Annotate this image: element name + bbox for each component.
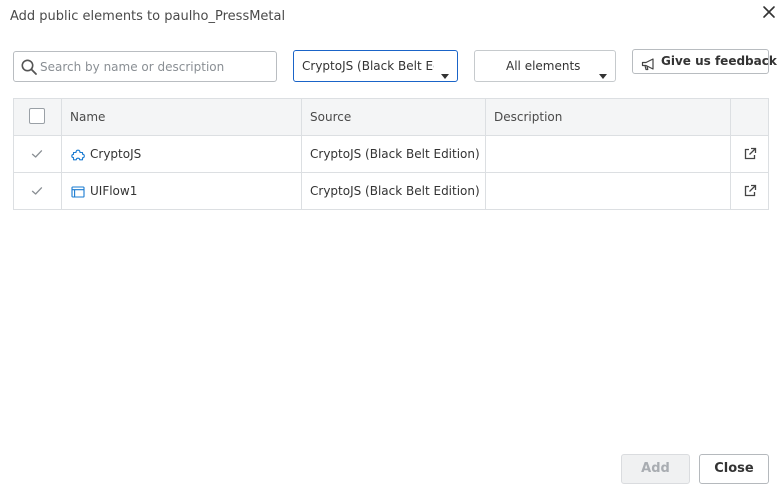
- search-icon: [20, 58, 38, 76]
- element-type-select[interactable]: All elements: [474, 50, 616, 82]
- search-input[interactable]: [40, 53, 270, 80]
- column-header-name[interactable]: Name: [62, 99, 302, 135]
- open-external-icon[interactable]: [743, 184, 757, 198]
- column-header-actions: [731, 99, 768, 135]
- search-box: [13, 51, 277, 82]
- add-button[interactable]: Add: [621, 454, 690, 484]
- dialog-title: Add public elements to paulho_PressMetal: [10, 9, 286, 24]
- source-filter-select[interactable]: CryptoJS (Black Belt Edition): [293, 50, 458, 82]
- chevron-down-icon: [441, 64, 449, 81]
- select-all-checkbox[interactable]: [29, 108, 45, 124]
- row-select-checkbox[interactable]: [29, 183, 45, 199]
- row-select-checkbox[interactable]: [29, 146, 45, 162]
- element-source: CryptoJS (Black Belt Edition): [310, 184, 480, 198]
- screen-flow-icon: [71, 185, 85, 199]
- close-icon[interactable]: [760, 3, 778, 21]
- column-header-description[interactable]: Description: [486, 99, 731, 135]
- element-name: UIFlow1: [90, 184, 138, 198]
- chevron-down-icon: [599, 64, 607, 83]
- table-row[interactable]: UIFlow1 CryptoJS (Black Belt Edition): [14, 173, 768, 209]
- megaphone-icon: [641, 56, 656, 75]
- element-type-value: All elements: [506, 59, 581, 73]
- open-external-icon[interactable]: [743, 147, 757, 161]
- column-header-source[interactable]: Source: [302, 99, 486, 135]
- extension-icon: [71, 148, 85, 162]
- source-filter-value: CryptoJS (Black Belt Edition): [302, 59, 434, 73]
- element-source: CryptoJS (Black Belt Edition): [310, 147, 480, 161]
- add-public-elements-dialog: Add public elements to paulho_PressMetal…: [0, 0, 784, 498]
- give-feedback-button[interactable]: Give us feedback: [632, 49, 777, 75]
- table-header: Name Source Description: [14, 99, 768, 136]
- elements-table: Name Source Description CryptoJS CryptoJ…: [13, 98, 769, 210]
- close-button[interactable]: Close: [699, 454, 769, 484]
- element-name: CryptoJS: [90, 147, 142, 161]
- give-feedback-label: Give us feedback: [661, 54, 777, 68]
- header-select-cell: [14, 99, 62, 135]
- table-row[interactable]: CryptoJS CryptoJS (Black Belt Edition): [14, 136, 768, 173]
